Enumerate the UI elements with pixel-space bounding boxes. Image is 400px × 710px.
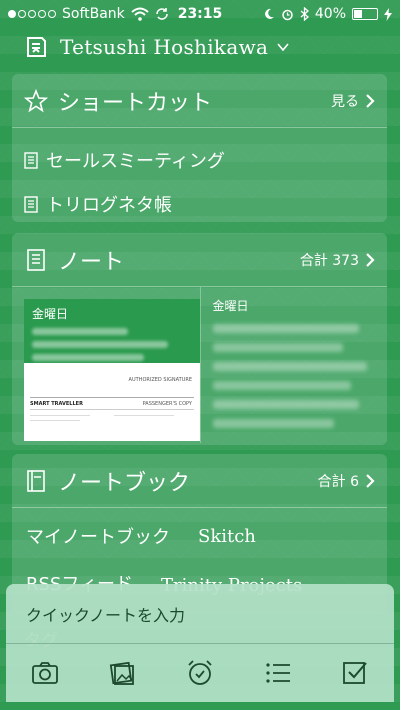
- notebooks-count[interactable]: 合計 6: [318, 471, 375, 491]
- notebooks-count-label: 合計 6: [317, 473, 359, 490]
- notebooks-title: ノートブック: [58, 470, 191, 496]
- note-day: 金曜日: [212, 299, 249, 313]
- notebook-icon: [27, 469, 45, 492]
- alarm-clock-icon[interactable]: [185, 658, 215, 688]
- shortcut-item[interactable]: セールスミーティング: [24, 138, 375, 182]
- charging-bolt-icon: [384, 7, 392, 21]
- thumb-traveller-text: SMART TRAVELLER: [30, 401, 83, 407]
- note-card-thumbnail[interactable]: 金曜日 AUTHORIZED SIGNATURE SMART TRAVELLER…: [12, 287, 200, 443]
- notes-count[interactable]: 合計 373: [300, 250, 375, 270]
- notebooks-header[interactable]: ノートブック 合計 6: [12, 454, 387, 508]
- quick-note-toolbar: [6, 644, 394, 702]
- sync-icon: [155, 8, 168, 20]
- checkbox-icon[interactable]: [340, 658, 370, 688]
- shortcuts-card: ショートカット 見る セールスミーティング トリログネタ帳: [12, 74, 387, 222]
- notebook-item[interactable]: Skitch: [198, 526, 256, 547]
- note-icon: [27, 248, 45, 271]
- quick-note-placeholder: クイックノートを入力: [26, 605, 186, 625]
- shortcuts-header[interactable]: ショートカット 見る: [12, 74, 387, 128]
- battery-percent: 40%: [314, 6, 346, 22]
- see-more-label: 見る: [331, 93, 359, 110]
- note-card-text[interactable]: 金曜日: [199, 287, 388, 443]
- note-icon: [24, 151, 38, 169]
- signal-strength-icon: [8, 10, 56, 18]
- notes-card: ノート 合計 373 金曜日 AUTHORIZED SIGNATURE SMAR…: [12, 233, 387, 445]
- chevron-right-icon: [366, 473, 375, 488]
- thumb-signature-text: AUTHORIZED SIGNATURE: [128, 377, 192, 383]
- notes-count-label: 合計 373: [299, 252, 359, 269]
- do-not-disturb-moon-icon: [264, 8, 274, 19]
- camera-icon[interactable]: [30, 658, 60, 688]
- note-thumbnail-image: 金曜日 AUTHORIZED SIGNATURE SMART TRAVELLER…: [24, 299, 200, 441]
- carrier-name: SoftBank: [62, 6, 125, 22]
- note-icon: [24, 195, 38, 213]
- wifi-icon: [131, 7, 149, 21]
- star-icon: [24, 88, 48, 112]
- shortcut-label: トリログネタ帳: [46, 195, 172, 216]
- account-name: Tetsushi Hoshikawa: [60, 35, 269, 59]
- quick-note-panel: クイックノートを入力: [6, 584, 394, 702]
- photo-gallery-icon[interactable]: [107, 658, 137, 688]
- shortcut-item[interactable]: トリログネタ帳: [24, 182, 375, 222]
- checklist-icon[interactable]: [263, 658, 293, 688]
- shortcuts-see-more[interactable]: 見る: [331, 91, 375, 111]
- notes-header[interactable]: ノート 合計 373: [12, 233, 387, 287]
- alarm-icon: [282, 9, 293, 20]
- shortcuts-title: ショートカット: [58, 90, 213, 116]
- thumb-passenger-text: PASSENGER'S COPY: [142, 401, 192, 407]
- note-preview-blurred: [212, 324, 376, 428]
- notes-title: ノート: [58, 249, 125, 275]
- chevron-right-icon: [366, 252, 375, 267]
- evernote-notebook-logo-icon: [27, 37, 46, 57]
- quick-note-input[interactable]: クイックノートを入力: [6, 584, 394, 644]
- account-header[interactable]: Tetsushi Hoshikawa: [0, 30, 400, 64]
- chevron-down-icon: [277, 43, 289, 52]
- status-bar: SoftBank 23:15 40%: [0, 0, 400, 28]
- note-day: 金曜日: [32, 307, 69, 321]
- chevron-right-icon: [366, 93, 375, 108]
- battery-icon: [352, 8, 378, 20]
- bluetooth-icon: [300, 7, 309, 21]
- shortcut-label: セールスミーティング: [46, 151, 225, 172]
- notebook-item[interactable]: マイノートブック: [26, 523, 170, 549]
